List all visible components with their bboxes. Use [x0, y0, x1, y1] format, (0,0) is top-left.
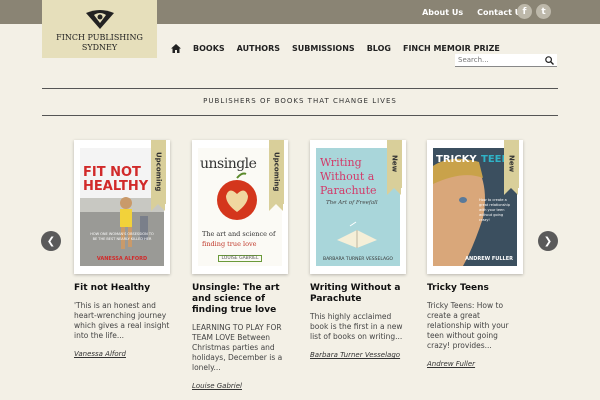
book-cover[interactable]: Writing Without a Parachute The Art of F…	[310, 140, 406, 274]
nav-books[interactable]: BOOKS	[193, 44, 225, 53]
about-us-link[interactable]: About Us	[422, 8, 463, 17]
badge-ribbon: New	[504, 140, 519, 195]
book-title[interactable]: Unsingle: The art and science of finding…	[192, 283, 288, 316]
book-card: unsingle The art and science of finding …	[192, 140, 288, 390]
cover-title-1: FIT NOT	[83, 165, 141, 180]
twitter-icon[interactable]: t	[536, 4, 551, 19]
cover-author: ANDREW FULLER	[465, 256, 513, 262]
cover-title-1: Writing	[320, 156, 362, 169]
badge-ribbon: New	[387, 140, 402, 195]
cover-subtitle: The Art of Freefall	[326, 200, 378, 206]
search-box	[455, 54, 557, 67]
cover-title-1: TRICKY	[436, 154, 477, 165]
carousel-next-button[interactable]: ❯	[538, 231, 558, 251]
cover-title-2: HEALTHY	[83, 179, 149, 194]
cover-author: VANESSA ALFORD	[96, 256, 148, 262]
cover-title-3: Parachute	[320, 184, 377, 197]
search-input[interactable]	[455, 56, 544, 64]
book-card: FIT NOT HEALTHY HOW ONE WOMAN'S OBSESSIO…	[74, 140, 170, 358]
cover-subtitle-2: finding true love	[202, 240, 257, 248]
cover-title-2: Without a	[320, 170, 375, 183]
book-illustration	[337, 221, 377, 248]
book-cover[interactable]: TRICKY TEENS How to create a great relat…	[427, 140, 523, 274]
top-links: About Us Contact Us	[422, 0, 526, 24]
badge-label: Upcoming	[154, 152, 163, 192]
cover-subtitle: HOW ONE WOMAN'S OBSESSION TO BE THE BEST…	[90, 232, 154, 241]
book-description: Tricky Teens: How to create a great rela…	[427, 301, 509, 350]
nav-authors[interactable]: AUTHORS	[237, 44, 280, 53]
book-title[interactable]: Tricky Teens	[427, 283, 523, 294]
home-icon[interactable]	[171, 44, 181, 53]
cover-subtitle-1: The art and science of	[202, 230, 276, 238]
facebook-icon[interactable]: f	[517, 4, 532, 19]
badge-ribbon: Upcoming	[269, 140, 284, 211]
tagline: PUBLISHERS OF BOOKS THAT CHANGE LIVES	[203, 97, 397, 105]
book-author-link[interactable]: Vanessa Alford	[74, 350, 170, 358]
divider-bottom	[42, 115, 558, 116]
badge-label: Upcoming	[272, 152, 281, 192]
nav-submissions[interactable]: SUBMISSIONS	[292, 44, 355, 53]
book-author-link[interactable]: Barbara Turner Vesselago	[310, 351, 406, 359]
search-icon[interactable]	[545, 56, 554, 65]
book-card: Writing Without a Parachute The Art of F…	[310, 140, 406, 359]
cover-subtitle: How to create a great relationship with …	[479, 198, 510, 222]
nav-blog[interactable]: BLOG	[367, 44, 391, 53]
book-author-link[interactable]: Louise Gabriel	[192, 382, 288, 390]
book-description: This highly acclaimed book is the first …	[310, 312, 403, 341]
book-cover[interactable]: FIT NOT HEALTHY HOW ONE WOMAN'S OBSESSIO…	[74, 140, 170, 274]
book-cover[interactable]: unsingle The art and science of finding …	[192, 140, 288, 274]
logo-text: FINCH PUBLISHING SYDNEY	[56, 33, 143, 52]
carousel-prev-button[interactable]: ❮	[41, 231, 61, 251]
finch-logo-icon	[86, 10, 114, 29]
badge-label: New	[390, 155, 399, 173]
book-title[interactable]: Writing Without a Parachute	[310, 283, 406, 305]
badge-label: New	[507, 155, 516, 173]
apple-illustration	[217, 172, 257, 220]
book-description: LEARNING TO PLAY FOR TEAM LOVE Between C…	[192, 323, 283, 372]
book-title[interactable]: Fit not Healthy	[74, 283, 170, 294]
cover-title-1: unsingle	[200, 156, 257, 172]
main-nav: BOOKS AUTHORS SUBMISSIONS BLOG FINCH MEM…	[171, 44, 500, 53]
site-logo[interactable]: FINCH PUBLISHING SYDNEY	[42, 0, 157, 58]
book-author-link[interactable]: Andrew Fuller	[427, 360, 523, 368]
book-card: TRICKY TEENS How to create a great relat…	[427, 140, 523, 368]
nav-memoir-prize[interactable]: FINCH MEMOIR PRIZE	[403, 44, 500, 53]
cover-author: BARBARA TURNER VESSELAGO	[323, 257, 393, 262]
cover-author: LOUISE GABRIEL	[218, 255, 262, 262]
book-description: 'This is an honest and heart-wrenching j…	[74, 301, 170, 340]
divider-top	[42, 88, 558, 89]
badge-ribbon: Upcoming	[151, 140, 166, 211]
